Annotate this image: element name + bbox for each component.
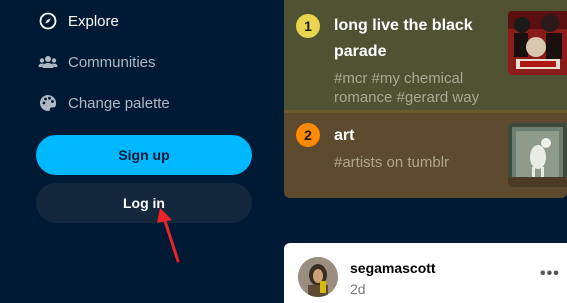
trending-title[interactable]: long live the black parade [334, 13, 504, 65]
post-timestamp: 2d [350, 281, 366, 297]
trending-thumbnail[interactable] [508, 123, 567, 187]
nav-item-communities[interactable]: Communities [38, 50, 156, 74]
nav-item-label: Explore [68, 12, 119, 30]
annotation-arrow-icon [157, 208, 180, 263]
trending-title[interactable]: art [334, 123, 504, 149]
trending-thumbnail[interactable] [508, 11, 567, 75]
people-icon [38, 52, 58, 72]
avatar[interactable] [298, 257, 338, 297]
trending-item[interactable]: 2 art #artists on tumblr [284, 113, 567, 198]
signup-button[interactable]: Sign up [36, 135, 252, 175]
sidebar: Explore Communities Change palette Sign … [0, 0, 270, 294]
rank-badge: 1 [296, 14, 320, 38]
nav-item-change-palette[interactable]: Change palette [38, 91, 170, 115]
rank-badge: 2 [296, 123, 320, 147]
post-card: segamascott 2d ••• [284, 243, 567, 303]
nav-item-label: Change palette [68, 94, 170, 112]
post-username[interactable]: segamascott [350, 260, 436, 276]
nav-item-label: Communities [68, 53, 156, 71]
trending-tags[interactable]: #mcr #my chemical romance #gerard way [334, 69, 504, 107]
login-button[interactable]: Log in [36, 183, 252, 223]
trending-list: 1 long live the black parade #mcr #my ch… [284, 0, 567, 198]
trending-tags[interactable]: #artists on tumblr [334, 153, 504, 172]
nav-item-explore[interactable]: Explore [38, 9, 119, 33]
compass-icon [38, 11, 58, 31]
palette-icon [38, 93, 58, 113]
more-options-icon[interactable]: ••• [540, 265, 560, 283]
trending-item[interactable]: 1 long live the black parade #mcr #my ch… [284, 0, 567, 110]
